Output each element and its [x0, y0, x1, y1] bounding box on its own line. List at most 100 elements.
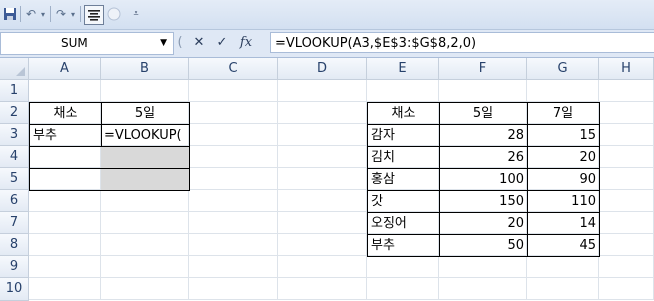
- grid-cell[interactable]: [278, 256, 367, 278]
- cell-g5[interactable]: 90: [527, 168, 600, 191]
- row-header-9[interactable]: 9: [0, 256, 29, 278]
- chevron-down-icon[interactable]: ▼: [160, 33, 167, 54]
- grid-cell[interactable]: [278, 102, 367, 124]
- undo-icon[interactable]: ↶: [24, 5, 38, 23]
- grid-cell[interactable]: [189, 124, 278, 146]
- grid-cell[interactable]: [101, 190, 189, 212]
- grid-cell[interactable]: [278, 190, 367, 212]
- formula-input[interactable]: =VLOOKUP(A3,$E$3:$G$8,2,0): [270, 32, 654, 53]
- grid-cell[interactable]: [439, 278, 527, 300]
- customize-dropdown-icon[interactable]: ⩡: [130, 5, 142, 23]
- grid-cell[interactable]: [278, 212, 367, 234]
- grid-cell[interactable]: [101, 278, 189, 300]
- cell-f5[interactable]: 100: [439, 168, 528, 191]
- grid-cell[interactable]: [278, 80, 367, 102]
- cell-g3[interactable]: 15: [527, 124, 600, 147]
- cell-b5[interactable]: [101, 168, 190, 191]
- grid-cell[interactable]: [189, 102, 278, 124]
- row-header-10[interactable]: 10: [0, 278, 29, 301]
- align-center-icon[interactable]: [84, 5, 104, 25]
- redo-icon[interactable]: ↷: [54, 5, 68, 23]
- grid-cell[interactable]: [29, 212, 101, 234]
- insert-function-icon[interactable]: fx: [233, 35, 259, 50]
- grid-cell[interactable]: [101, 256, 189, 278]
- save-icon[interactable]: [2, 5, 18, 23]
- grid-cell[interactable]: [101, 212, 189, 234]
- name-box[interactable]: SUM ▼: [0, 32, 174, 55]
- column-header-e[interactable]: E: [367, 58, 439, 80]
- cell-b3[interactable]: =VLOOKUP(: [101, 124, 190, 147]
- circle-icon[interactable]: [106, 5, 122, 23]
- cell-f4[interactable]: 26: [439, 146, 528, 169]
- grid-cell[interactable]: [527, 80, 599, 102]
- row-header-7[interactable]: 7: [0, 212, 29, 234]
- grid-cell[interactable]: [527, 256, 599, 278]
- grid-cell[interactable]: [599, 190, 654, 212]
- cell-f2[interactable]: 5일: [439, 102, 528, 125]
- grid-cell[interactable]: [278, 234, 367, 256]
- column-header-b[interactable]: B: [101, 58, 189, 80]
- grid-cell[interactable]: [189, 146, 278, 168]
- grid-cell[interactable]: [599, 278, 654, 300]
- cell-e8[interactable]: 부추: [367, 234, 440, 257]
- grid-cell[interactable]: [189, 168, 278, 190]
- grid-cell[interactable]: [367, 256, 439, 278]
- grid-cell[interactable]: [29, 278, 101, 300]
- grid-cell[interactable]: [367, 278, 439, 300]
- cell-e4[interactable]: 김치: [367, 146, 440, 169]
- cell-e6[interactable]: 갓: [367, 190, 440, 213]
- grid-cell[interactable]: [101, 234, 189, 256]
- column-header-h[interactable]: H: [599, 58, 654, 80]
- grid-cell[interactable]: [189, 256, 278, 278]
- cell-a3[interactable]: 부추: [29, 124, 102, 147]
- cell-e5[interactable]: 홍삼: [367, 168, 440, 191]
- grid-cell[interactable]: [439, 80, 527, 102]
- undo-dropdown-icon[interactable]: ▾: [38, 5, 48, 23]
- column-header-d[interactable]: D: [278, 58, 367, 80]
- cell-f8[interactable]: 50: [439, 234, 528, 257]
- grid-cell[interactable]: [599, 212, 654, 234]
- cancel-icon[interactable]: ✕: [187, 35, 211, 50]
- grid-cell[interactable]: [367, 80, 439, 102]
- grid-cell[interactable]: [599, 124, 654, 146]
- grid-cell[interactable]: [278, 278, 367, 300]
- grid-cell[interactable]: [101, 80, 189, 102]
- cell-f6[interactable]: 150: [439, 190, 528, 213]
- row-header-2[interactable]: 2: [0, 102, 29, 124]
- grid-cell[interactable]: [189, 212, 278, 234]
- grid-cell[interactable]: [189, 80, 278, 102]
- grid-cell[interactable]: [599, 102, 654, 124]
- grid-cell[interactable]: [189, 190, 278, 212]
- cell-g8[interactable]: 45: [527, 234, 600, 257]
- cell-f7[interactable]: 20: [439, 212, 528, 235]
- cell-g4[interactable]: 20: [527, 146, 600, 169]
- grid-cell[interactable]: [29, 190, 101, 212]
- cell-g2[interactable]: 7일: [527, 102, 600, 125]
- cell-g6[interactable]: 110: [527, 190, 600, 213]
- cell-b4[interactable]: [101, 146, 190, 169]
- cell-e2[interactable]: 채소: [367, 102, 440, 125]
- cell-a5[interactable]: [29, 168, 102, 191]
- row-header-1[interactable]: 1: [0, 80, 29, 102]
- grid-cell[interactable]: [599, 234, 654, 256]
- row-header-3[interactable]: 3: [0, 124, 29, 146]
- grid-cell[interactable]: [189, 278, 278, 300]
- cell-g7[interactable]: 14: [527, 212, 600, 235]
- cell-f3[interactable]: 28: [439, 124, 528, 147]
- grid-cell[interactable]: [278, 146, 367, 168]
- column-header-c[interactable]: C: [189, 58, 278, 80]
- column-header-g[interactable]: G: [527, 58, 599, 80]
- cell-a4[interactable]: [29, 146, 102, 169]
- grid-cell[interactable]: [599, 256, 654, 278]
- redo-dropdown-icon[interactable]: ▾: [68, 5, 78, 23]
- row-header-8[interactable]: 8: [0, 234, 29, 256]
- grid-cell[interactable]: [29, 234, 101, 256]
- cell-a2[interactable]: 채소: [29, 102, 102, 125]
- grid-cell[interactable]: [599, 146, 654, 168]
- cell-e3[interactable]: 감자: [367, 124, 440, 147]
- select-all-button[interactable]: [0, 58, 29, 80]
- grid-cell[interactable]: [599, 168, 654, 190]
- grid-cell[interactable]: [439, 256, 527, 278]
- grid-cell[interactable]: [278, 168, 367, 190]
- row-header-4[interactable]: 4: [0, 146, 29, 168]
